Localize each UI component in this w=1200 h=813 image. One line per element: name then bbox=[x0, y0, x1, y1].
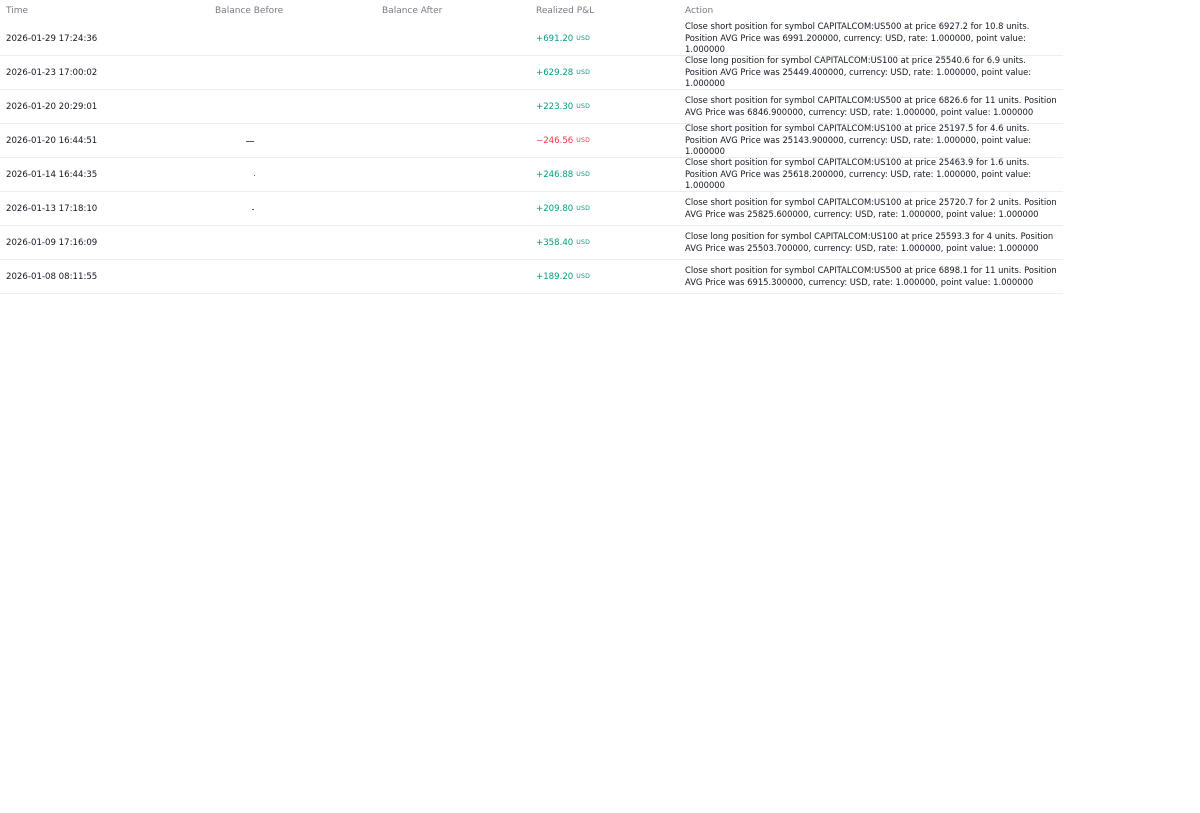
cell-realized-pnl: +209.80 USD bbox=[536, 192, 590, 225]
cell-action: Close long position for symbol CAPITALCO… bbox=[685, 55, 1032, 89]
cell-time: 2026-01-20 20:29:01 bbox=[6, 101, 98, 112]
cell-action: Close short position for symbol CAPITALC… bbox=[685, 123, 1032, 157]
pnl-value: +246.88 bbox=[536, 169, 574, 180]
cell-action: Close short position for symbol CAPITALC… bbox=[685, 21, 1030, 55]
redaction-mark bbox=[252, 209, 254, 210]
pnl-currency: USD bbox=[576, 273, 591, 280]
pnl-currency: USD bbox=[576, 171, 591, 178]
pnl-currency: USD bbox=[576, 239, 591, 246]
cell-time: 2026-01-14 16:44:35 bbox=[6, 169, 98, 180]
cell-time: 2026-01-29 17:24:36 bbox=[6, 33, 98, 44]
pnl-value: +358.40 bbox=[536, 237, 574, 248]
pnl-value: +691.20 bbox=[536, 33, 574, 44]
cell-realized-pnl: +223.30 USD bbox=[536, 90, 590, 123]
pnl-value: +189.20 bbox=[536, 271, 574, 282]
cell-action: Close short position for symbol CAPITALC… bbox=[685, 157, 1032, 191]
column-header-balance-after[interactable]: Balance After bbox=[382, 6, 442, 16]
cell-realized-pnl: +246.88 USD bbox=[536, 158, 590, 191]
cell-realized-pnl: +691.20 USD bbox=[536, 22, 590, 55]
table-row[interactable]: 2026-01-20 16:44:51 −246.56 USD Close short… bbox=[0, 123, 1063, 158]
cell-realized-pnl: +358.40 USD bbox=[536, 226, 590, 259]
cell-action: Close short position for symbol CAPITALC… bbox=[685, 265, 1057, 287]
table-body: 2026-01-29 17:24:36 +691.20 USD Close short… bbox=[0, 21, 1063, 294]
cell-action: Close short position for symbol CAPITALC… bbox=[685, 95, 1057, 117]
table-header: Time Balance Before Balance After Realiz… bbox=[0, 0, 1063, 22]
pnl-currency: USD bbox=[576, 103, 591, 110]
table-row[interactable]: 2026-01-14 16:44:35 +246.88 USD Close short… bbox=[0, 157, 1063, 192]
cell-time: 2026-01-08 08:11:55 bbox=[6, 271, 98, 282]
pnl-value: +223.30 bbox=[536, 101, 574, 112]
cell-time: 2026-01-13 17:18:10 bbox=[6, 203, 98, 214]
table-row[interactable]: 2026-01-13 17:18:10 +209.80 USD Close short… bbox=[0, 192, 1063, 226]
pnl-currency: USD bbox=[576, 137, 591, 144]
cell-time: 2026-01-20 16:44:51 bbox=[6, 135, 98, 146]
pnl-value: +209.80 bbox=[536, 203, 574, 214]
cell-action: Close short position for symbol CAPITALC… bbox=[685, 197, 1057, 219]
column-header-time[interactable]: Time bbox=[6, 6, 28, 16]
pnl-currency: USD bbox=[576, 35, 591, 42]
cell-time: 2026-01-23 17:00:02 bbox=[6, 67, 98, 78]
column-header-realized-pnl[interactable]: Realized P&L bbox=[536, 6, 594, 16]
pnl-value: +629.28 bbox=[536, 67, 574, 78]
cell-realized-pnl: +189.20 USD bbox=[536, 260, 590, 293]
cell-realized-pnl: −246.56 USD bbox=[536, 124, 590, 157]
table-row[interactable]: 2026-01-08 08:11:55 +189.20 USD Close short… bbox=[0, 260, 1063, 294]
trade-history-table: Time Balance Before Balance After Realiz… bbox=[0, 0, 1063, 294]
pnl-currency: USD bbox=[576, 205, 591, 212]
pnl-value: −246.56 bbox=[536, 135, 574, 146]
column-header-action[interactable]: Action bbox=[685, 6, 713, 16]
table-row[interactable]: 2026-01-29 17:24:36 +691.20 USD Close short… bbox=[0, 21, 1063, 56]
cell-time: 2026-01-09 17:16:09 bbox=[6, 237, 98, 248]
redaction-mark bbox=[246, 141, 254, 142]
column-header-balance-before[interactable]: Balance Before bbox=[215, 6, 283, 16]
cell-action: Close long position for symbol CAPITALCO… bbox=[685, 231, 1054, 253]
redaction-mark bbox=[254, 175, 255, 176]
pnl-currency: USD bbox=[576, 69, 591, 76]
table-row[interactable]: 2026-01-09 17:16:09 +358.40 USD Close long … bbox=[0, 226, 1063, 260]
table-row[interactable]: 2026-01-23 17:00:02 +629.28 USD Close long … bbox=[0, 55, 1063, 90]
table-row[interactable]: 2026-01-20 20:29:01 +223.30 USD Close short… bbox=[0, 90, 1063, 124]
cell-realized-pnl: +629.28 USD bbox=[536, 56, 590, 89]
